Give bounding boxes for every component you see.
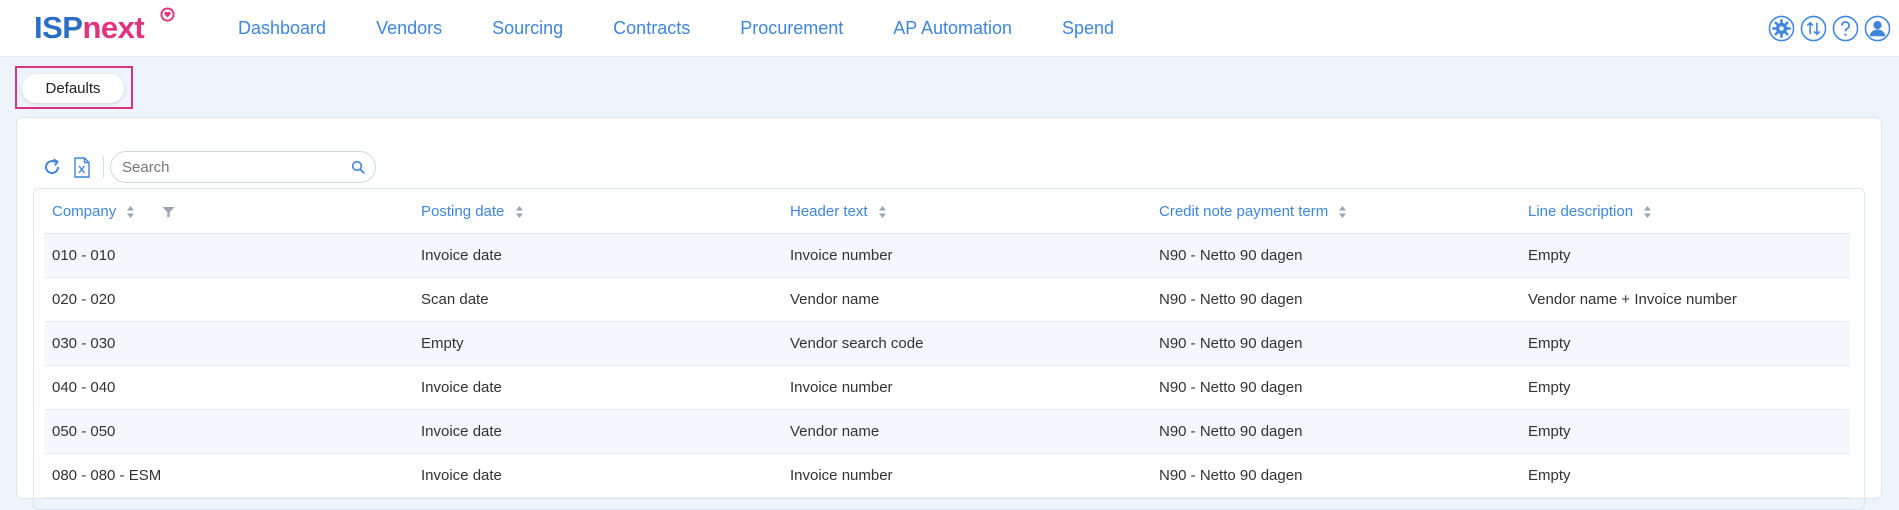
cell-posting-date: Scan date: [413, 277, 782, 322]
settings-gear-icon[interactable]: [1767, 14, 1795, 42]
main-nav: Dashboard Vendors Sourcing Contracts Pro…: [238, 0, 1164, 56]
cell-company: 020 - 020: [44, 277, 413, 322]
cell-header-text: Invoice number: [782, 453, 1151, 498]
cell-posting-date: Empty: [413, 321, 782, 366]
column-header-credit-note-payment-term[interactable]: Credit note payment term: [1151, 189, 1520, 234]
column-header-line-description[interactable]: Line description: [1520, 189, 1850, 234]
table-toolbar: [41, 150, 376, 184]
sort-arrows-icon[interactable]: [1799, 14, 1827, 42]
top-bar: ISPnext Dashboard Vendors Sourcing Contr…: [0, 0, 1899, 57]
nav-ap-automation[interactable]: AP Automation: [893, 0, 1012, 56]
cell-line-description: Vendor name + Invoice number: [1520, 277, 1850, 322]
column-header-label: Credit note payment term: [1159, 202, 1329, 220]
cell-payment-term: N90 - Netto 90 dagen: [1151, 233, 1520, 278]
cell-line-description: Empty: [1520, 233, 1850, 278]
defaults-table-container: Company Posting date Header text Credit …: [33, 188, 1865, 510]
top-icons: [1767, 14, 1891, 42]
column-header-company[interactable]: Company: [44, 189, 413, 234]
cell-company: 010 - 010: [44, 233, 413, 278]
search-box: [110, 151, 376, 183]
column-header-posting-date[interactable]: Posting date: [413, 189, 782, 234]
cell-line-description: Empty: [1520, 453, 1850, 498]
sort-icon[interactable]: [1643, 205, 1652, 219]
cell-posting-date: Invoice date: [413, 453, 782, 498]
table-row[interactable]: 020 - 020 Scan date Vendor name N90 - Ne…: [44, 277, 1850, 322]
nav-spend[interactable]: Spend: [1062, 0, 1114, 56]
cell-payment-term: N90 - Netto 90 dagen: [1151, 277, 1520, 322]
table-row[interactable]: 050 - 050 Invoice date Vendor name N90 -…: [44, 409, 1850, 454]
column-header-header-text[interactable]: Header text: [782, 189, 1151, 234]
cell-header-text: Vendor search code: [782, 321, 1151, 366]
user-icon[interactable]: [1863, 14, 1891, 42]
sort-icon[interactable]: [126, 205, 135, 219]
cell-header-text: Vendor name: [782, 409, 1151, 454]
nav-contracts[interactable]: Contracts: [613, 0, 690, 56]
nav-vendors[interactable]: Vendors: [376, 0, 442, 56]
excel-export-icon[interactable]: [71, 156, 93, 178]
nav-dashboard[interactable]: Dashboard: [238, 0, 326, 56]
refresh-icon[interactable]: [41, 156, 63, 178]
cell-posting-date: Invoice date: [413, 409, 782, 454]
cell-payment-term: N90 - Netto 90 dagen: [1151, 321, 1520, 366]
search-input[interactable]: [111, 157, 344, 177]
logo-primary: ISP: [34, 10, 83, 45]
cell-payment-term: N90 - Netto 90 dagen: [1151, 453, 1520, 498]
cell-header-text: Invoice number: [782, 365, 1151, 410]
table-row[interactable]: 010 - 010 Invoice date Invoice number N9…: [44, 233, 1850, 278]
filter-icon[interactable]: [162, 206, 175, 218]
cell-line-description: Empty: [1520, 409, 1850, 454]
cell-company: 080 - 080 - ESM: [44, 453, 413, 498]
tab-defaults[interactable]: Defaults: [22, 74, 124, 103]
cell-company: 040 - 040: [44, 365, 413, 410]
nav-procurement[interactable]: Procurement: [740, 0, 843, 56]
cell-line-description: Empty: [1520, 321, 1850, 366]
help-icon[interactable]: [1831, 14, 1859, 42]
cell-company: 030 - 030: [44, 321, 413, 366]
table-row[interactable]: 080 - 080 - ESM Invoice date Invoice num…: [44, 453, 1850, 498]
column-header-label: Line description: [1528, 202, 1634, 220]
table-row[interactable]: 030 - 030 Empty Vendor search code N90 -…: [44, 321, 1850, 366]
logo-secondary: next: [82, 10, 145, 45]
sort-icon[interactable]: [1338, 205, 1347, 219]
cell-posting-date: Invoice date: [413, 365, 782, 410]
nav-sourcing[interactable]: Sourcing: [492, 0, 563, 56]
logo-heart-icon: [160, 7, 175, 22]
column-header-label: Posting date: [421, 202, 505, 220]
cell-posting-date: Invoice date: [413, 233, 782, 278]
cell-header-text: Vendor name: [782, 277, 1151, 322]
cell-company: 050 - 050: [44, 409, 413, 454]
search-icon[interactable]: [351, 160, 365, 174]
cell-line-description: Empty: [1520, 365, 1850, 410]
defaults-card: Company Posting date Header text Credit …: [16, 117, 1882, 510]
table-header-row: Company Posting date Header text Credit …: [44, 189, 1850, 234]
sort-icon[interactable]: [878, 205, 887, 219]
cell-header-text: Invoice number: [782, 233, 1151, 278]
cell-payment-term: N90 - Netto 90 dagen: [1151, 409, 1520, 454]
cell-payment-term: N90 - Netto 90 dagen: [1151, 365, 1520, 410]
defaults-table: Company Posting date Header text Credit …: [44, 189, 1850, 498]
app-logo[interactable]: ISPnext: [34, 10, 145, 46]
sort-icon[interactable]: [515, 205, 524, 219]
column-header-label: Company: [52, 202, 117, 220]
column-header-label: Header text: [790, 202, 868, 220]
table-row[interactable]: 040 - 040 Invoice date Invoice number N9…: [44, 365, 1850, 410]
toolbar-divider: [103, 156, 104, 178]
